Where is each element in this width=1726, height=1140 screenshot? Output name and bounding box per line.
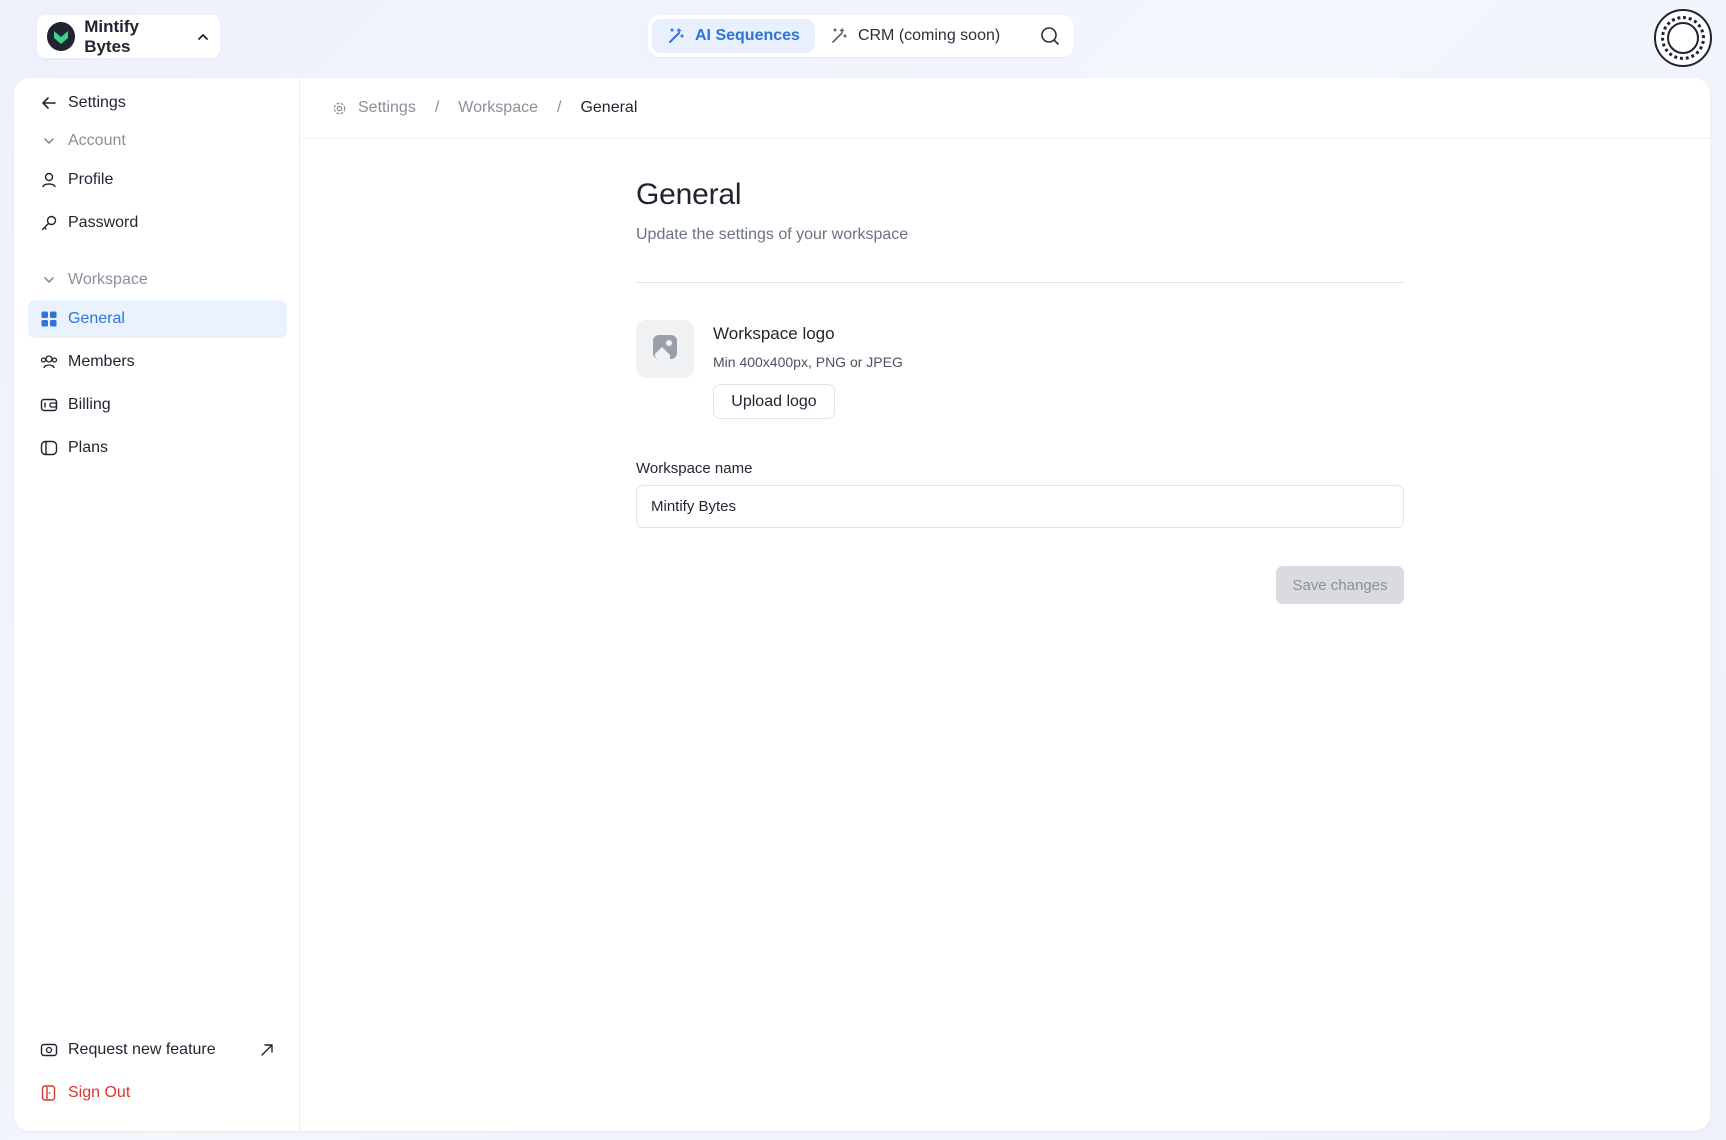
- sidebar-item-label: Members: [68, 353, 135, 370]
- chevron-down-icon: [40, 271, 58, 289]
- workspace-name: Mintify Bytes: [84, 16, 139, 56]
- back-label: Settings: [68, 94, 126, 111]
- sidebar-group-account[interactable]: Account: [28, 126, 287, 156]
- sidebar-item-members[interactable]: Members: [28, 343, 287, 381]
- sidebar-item-label: Plans: [68, 439, 109, 456]
- door-icon: [40, 1084, 58, 1102]
- sidebar-group-label: Workspace: [68, 271, 148, 288]
- nav-crm[interactable]: CRM (coming soon): [815, 19, 1015, 53]
- save-row: Save changes: [636, 566, 1404, 604]
- sign-out-label: Sign Out: [68, 1084, 131, 1101]
- chevron-down-icon: [40, 132, 58, 150]
- breadcrumb-settings[interactable]: Settings: [358, 99, 416, 117]
- sidebar-item-profile[interactable]: Profile: [28, 161, 287, 199]
- settings-card: Settings Account Profile Password Worksp…: [14, 78, 1710, 1131]
- top-navigation: AI Sequences CRM (coming soon): [648, 15, 1074, 57]
- main-content: Settings / Workspace / General General U…: [301, 78, 1710, 1131]
- key-icon: [40, 214, 58, 232]
- breadcrumb: Settings / Workspace / General: [301, 78, 1710, 139]
- sidebar-item-label: Password: [68, 214, 139, 231]
- request-feature-link[interactable]: Request new feature: [28, 1031, 287, 1069]
- workspace-logo: [47, 22, 76, 51]
- user-icon: [40, 171, 58, 189]
- users-icon: [40, 353, 58, 371]
- workspace-name-input[interactable]: [636, 485, 1404, 528]
- save-changes-button[interactable]: Save changes: [1276, 566, 1404, 604]
- sign-out-button[interactable]: Sign Out: [28, 1074, 287, 1112]
- sidebar-item-general[interactable]: General: [28, 300, 287, 338]
- sidebar-item-password[interactable]: Password: [28, 204, 287, 242]
- page-title: General: [636, 178, 742, 211]
- general-settings-panel: General Update the settings of your work…: [636, 178, 1404, 604]
- sidebar-item-label: Profile: [68, 171, 114, 188]
- logo-placeholder: [636, 320, 694, 378]
- wallet-icon: [40, 396, 58, 414]
- grid-icon: [40, 310, 58, 328]
- breadcrumb-separator: /: [434, 99, 440, 116]
- image-icon: [651, 333, 679, 366]
- page-subtitle: Update the settings of your workspace: [636, 226, 909, 243]
- workspace-logo-section: Workspace logo Min 400x400px, PNG or JPE…: [636, 320, 1404, 419]
- tag-icon: [40, 439, 58, 457]
- back-to-settings[interactable]: Settings: [28, 88, 138, 118]
- search-icon[interactable]: [1040, 26, 1060, 46]
- divider: [636, 282, 1404, 283]
- breadcrumb-workspace[interactable]: Workspace: [458, 99, 538, 117]
- logo-section-title: Workspace logo: [713, 324, 835, 343]
- arrow-left-icon: [40, 94, 58, 112]
- request-feature-label: Request new feature: [68, 1041, 216, 1058]
- workspace-switcher[interactable]: Mintify Bytes: [37, 15, 220, 58]
- nav-crm-label: CRM (coming soon): [857, 27, 1001, 44]
- settings-sidebar: Settings Account Profile Password Worksp…: [14, 78, 300, 1131]
- sidebar-item-plans[interactable]: Plans: [28, 429, 287, 467]
- badge-ring-text-icon: [1661, 16, 1705, 60]
- chevron-up-icon: [196, 30, 210, 44]
- upload-logo-button[interactable]: Upload logo: [713, 384, 835, 419]
- workspace-name-label: Workspace name: [636, 460, 753, 477]
- sidebar-item-billing[interactable]: Billing: [28, 386, 287, 424]
- sidebar-group-workspace[interactable]: Workspace: [28, 265, 287, 295]
- nav-ai-sequences-label: AI Sequences: [695, 27, 800, 44]
- breadcrumb-separator: /: [557, 99, 562, 116]
- nav-ai-sequences[interactable]: AI Sequences: [652, 19, 815, 53]
- sidebar-group-label: Account: [68, 132, 126, 149]
- refer-a-friend-badge[interactable]: [1654, 9, 1712, 67]
- magic-wand-icon: [667, 27, 685, 45]
- logo-section-hint: Min 400x400px, PNG or JPEG: [713, 354, 903, 370]
- ticket-icon: [40, 1041, 58, 1059]
- gear-icon: [330, 99, 348, 117]
- breadcrumb-current: General: [580, 99, 638, 116]
- sparkle-wand-icon: [830, 27, 848, 45]
- sidebar-item-label: General: [68, 310, 125, 327]
- arrow-up-right-icon: [259, 1042, 275, 1058]
- sidebar-item-label: Billing: [68, 396, 111, 413]
